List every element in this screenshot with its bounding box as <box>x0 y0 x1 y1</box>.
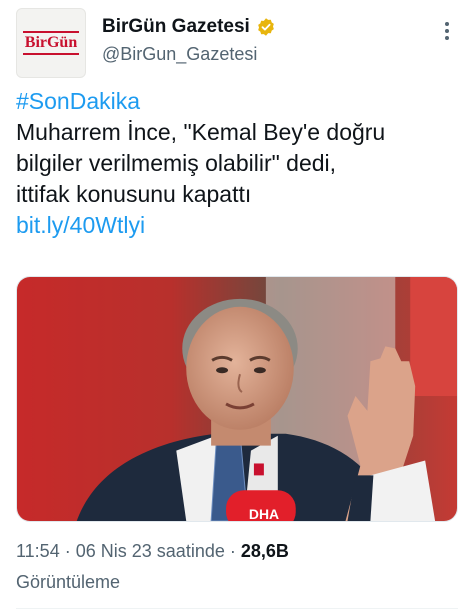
tweet-line-1: Muharrem İnce, "Kemal Bey'e doğru <box>16 119 386 145</box>
mic-label: DHA <box>249 506 279 521</box>
birgun-logo: BirGün <box>22 31 80 55</box>
tweet-meta: 11:54 · 06 Nis 23 saatinde · 28,6B <box>16 541 289 562</box>
meta-separator: · <box>64 541 71 561</box>
verified-badge-icon <box>257 18 274 36</box>
name-row: BirGün Gazetesi <box>102 16 276 38</box>
display-name[interactable]: BirGün Gazetesi <box>102 16 250 38</box>
more-options-icon[interactable] <box>436 18 458 44</box>
photo-illustration: DHA <box>17 277 457 521</box>
tweet-line-3: ittifak konusunu kapattı <box>16 181 252 207</box>
tweet-photo[interactable]: DHA <box>16 276 458 522</box>
tweet-header: BirGün BirGün Gazetesi @BirGun_Gazetesi <box>16 8 458 80</box>
handle[interactable]: @BirGun_Gazetesi <box>102 44 276 65</box>
divider <box>16 608 458 609</box>
tweet-line-2: bilgiler verilmemiş olabilir" dedi, <box>16 150 337 176</box>
tweet-time[interactable]: 11:54 <box>16 541 60 561</box>
author-info: BirGün Gazetesi @BirGun_Gazetesi <box>102 16 276 65</box>
tweet-url-link[interactable]: bit.ly/40Wtlyi <box>16 210 462 241</box>
views-label: Görüntüleme <box>16 572 121 592</box>
meta-separator-2: · <box>229 541 236 561</box>
hashtag-link[interactable]: #SonDakika <box>16 86 462 117</box>
views-count: 28,6B <box>240 541 289 561</box>
avatar[interactable]: BirGün <box>16 8 86 78</box>
tweet-text: #SonDakika Muharrem İnce, "Kemal Bey'e d… <box>16 86 462 241</box>
tweet-date[interactable]: 06 Nis 23 saatinde <box>76 541 225 561</box>
